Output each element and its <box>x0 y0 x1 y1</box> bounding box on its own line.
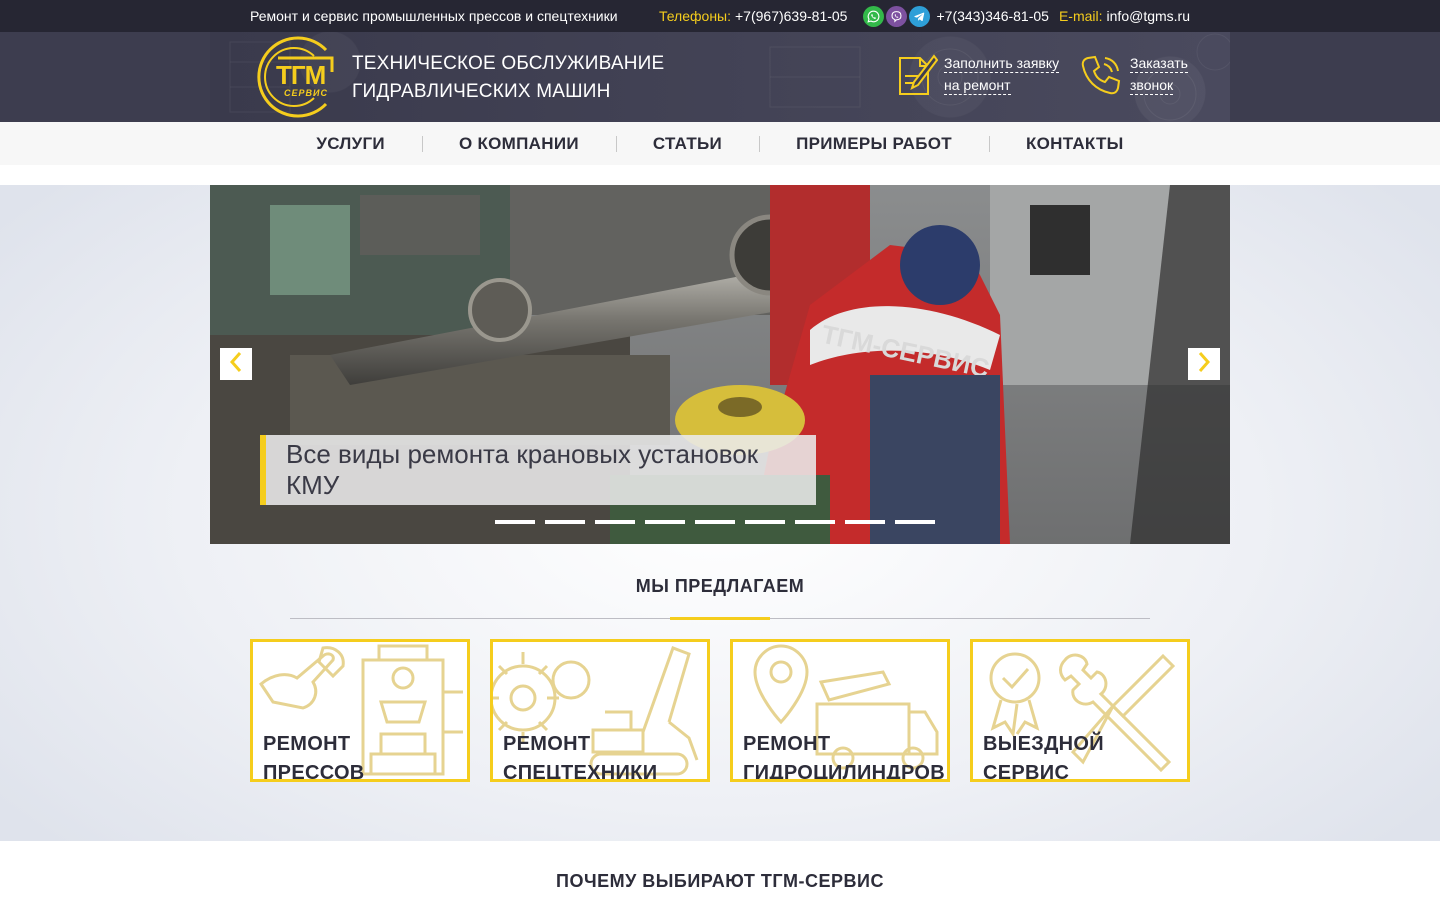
slider-pagination <box>495 520 935 524</box>
slide-dot[interactable] <box>795 520 835 524</box>
card-label-line2: СЕРВИС <box>983 762 1070 782</box>
phone-handset-icon <box>1078 52 1124 103</box>
slogan-line-2: ГИДРАВЛИЧЕСКИХ МАШИН <box>352 81 611 102</box>
phone-link-2[interactable]: +7(343)346-81-05 <box>936 8 1048 24</box>
why-section: ПОЧЕМУ ВЫБИРАЮТ ТГМ-СЕРВИС <box>0 841 1440 900</box>
chevron-right-icon <box>1197 351 1211 378</box>
card-label: РЕМОНТ ГИДРОЦИЛИНДРОВ <box>743 730 945 782</box>
card-label-line1: РЕМОНТ <box>743 733 831 755</box>
offer-card-field-service[interactable]: ВЫЕЗДНОЙ СЕРВИС <box>970 639 1190 782</box>
slide-dot[interactable] <box>845 520 885 524</box>
card-label: РЕМОНТ ПРЕССОВ <box>263 730 365 782</box>
slider-prev-button[interactable] <box>220 348 252 380</box>
logo-text: ТГМ <box>276 60 326 90</box>
offer-cards: РЕМОНТ ПРЕССОВ РЕМОНТ СПЕЦТЕХНИКИ РЕМОНТ… <box>250 639 1190 782</box>
card-label-line2: ГИДРОЦИЛИНДРОВ <box>743 762 945 782</box>
why-title: ПОЧЕМУ ВЫБИРАЮТ ТГМ-СЕРВИС <box>556 871 884 891</box>
slide-dot[interactable] <box>695 520 735 524</box>
card-label-line1: ВЫЕЗДНОЙ <box>983 733 1104 755</box>
order-call-link-line1[interactable]: Заказать <box>1130 54 1188 73</box>
email-label: E-mail: <box>1058 8 1103 24</box>
card-label-line2: СПЕЦТЕХНИКИ <box>503 762 658 782</box>
messenger-links <box>863 5 931 27</box>
main-section: ТГМ-СЕРВИС Все виды ремонта крановых уст… <box>0 185 1440 841</box>
slide-dot[interactable] <box>645 520 685 524</box>
request-repair-link-line2[interactable]: на ремонт <box>944 76 1011 95</box>
header: ТГМ СЕРВИС ТЕХНИЧЕСКОЕ ОБСЛУЖИВАНИЕ ГИДР… <box>0 32 1440 122</box>
email-link[interactable]: info@tgms.ru <box>1107 8 1190 24</box>
card-label-line2: ПРЕССОВ <box>263 762 365 782</box>
order-call-link-line2[interactable]: звонок <box>1130 76 1174 95</box>
phone-link-1[interactable]: +7(967)639-81-05 <box>735 8 847 24</box>
card-label-line1: РЕМОНТ <box>263 733 351 755</box>
slide-dot[interactable] <box>545 520 585 524</box>
nav-item-portfolio[interactable]: ПРИМЕРЫ РАБОТ <box>759 134 989 154</box>
document-pen-icon <box>892 52 939 103</box>
nav-item-about[interactable]: О КОМПАНИИ <box>421 134 616 154</box>
card-label: РЕМОНТ СПЕЦТЕХНИКИ <box>503 730 658 782</box>
logo-subtext: СЕРВИС <box>284 88 328 98</box>
hero-slider: ТГМ-СЕРВИС Все виды ремонта крановых уст… <box>210 185 1230 544</box>
tagline: Ремонт и сервис промышленных прессов и с… <box>250 8 618 24</box>
offers-title-divider <box>290 617 1150 620</box>
card-label-line1: РЕМОНТ <box>503 733 591 755</box>
offer-card-press-repair[interactable]: РЕМОНТ ПРЕССОВ <box>250 639 470 782</box>
slide-dot[interactable] <box>595 520 635 524</box>
slide-caption: Все виды ремонта крановых установок КМУ <box>260 435 816 505</box>
nav-item-articles[interactable]: СТАТЬИ <box>615 134 759 154</box>
slide-dot[interactable] <box>895 520 935 524</box>
slogan: ТЕХНИЧЕСКОЕ ОБСЛУЖИВАНИЕ ГИДРАВЛИЧЕСКИХ … <box>352 50 664 106</box>
offer-card-machinery-repair[interactable]: РЕМОНТ СПЕЦТЕХНИКИ <box>490 639 710 782</box>
main-nav: УСЛУГИ О КОМПАНИИ СТАТЬИ ПРИМЕРЫ РАБОТ К… <box>0 122 1440 165</box>
card-label: ВЫЕЗДНОЙ СЕРВИС <box>983 730 1104 782</box>
viber-icon[interactable] <box>886 5 908 27</box>
logo[interactable]: ТГМ СЕРВИС <box>248 36 338 118</box>
offer-card-cylinder-repair[interactable]: РЕМОНТ ГИДРОЦИЛИНДРОВ <box>730 639 950 782</box>
slider-next-button[interactable] <box>1188 348 1220 380</box>
offers-title: МЫ ПРЕДЛАГАЕМ <box>635 576 805 596</box>
chevron-left-icon <box>229 351 243 378</box>
slide-dot[interactable] <box>495 520 535 524</box>
telegram-icon[interactable] <box>909 5 931 27</box>
nav-item-contacts[interactable]: КОНТАКТЫ <box>988 134 1161 154</box>
nav-item-services[interactable]: УСЛУГИ <box>279 134 422 154</box>
slogan-line-1: ТЕХНИЧЕСКОЕ ОБСЛУЖИВАНИЕ <box>352 53 665 74</box>
top-bar: Ремонт и сервис промышленных прессов и с… <box>0 0 1440 32</box>
phones-label: Телефоны: <box>658 8 731 24</box>
whatsapp-icon[interactable] <box>863 5 885 27</box>
request-repair-action[interactable]: Заполнить заявку на ремонт <box>892 52 1060 103</box>
order-call-action[interactable]: Заказать звонок <box>1078 52 1188 103</box>
request-repair-link-line1[interactable]: Заполнить заявку <box>944 54 1060 73</box>
slide-dot[interactable] <box>745 520 785 524</box>
